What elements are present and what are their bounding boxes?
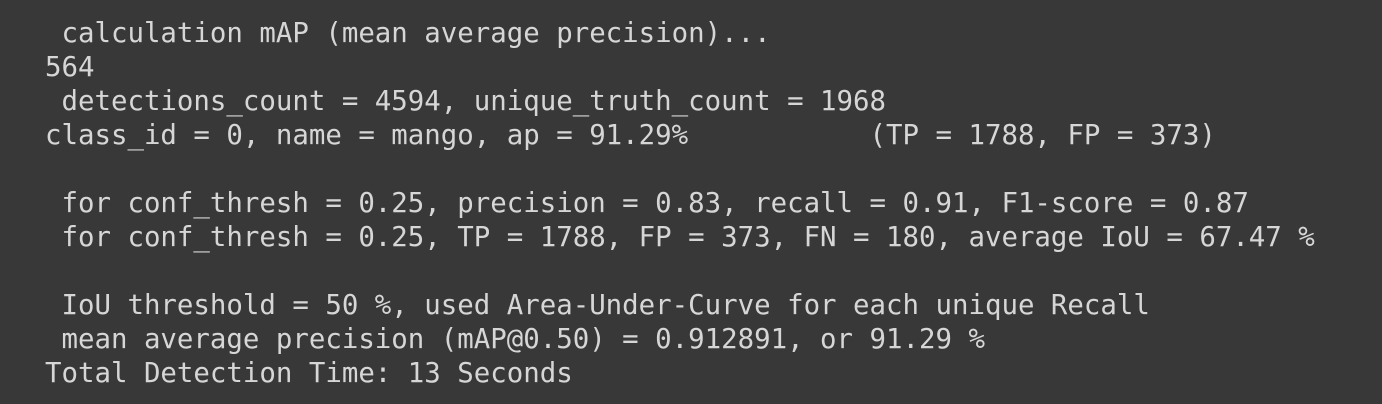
terminal-line-detections: detections_count = 4594, unique_truth_co… bbox=[45, 86, 887, 117]
terminal-line-map-header: calculation mAP (mean average precision)… bbox=[45, 18, 771, 49]
terminal-line-count: 564 bbox=[45, 52, 95, 83]
terminal-line-tp-fp-fn: for conf_thresh = 0.25, TP = 1788, FP = … bbox=[45, 222, 1315, 253]
terminal-line-detection-time: Total Detection Time: 13 Seconds bbox=[45, 358, 573, 389]
terminal-line-blank-2 bbox=[45, 255, 1382, 289]
terminal-line-class-ap: class_id = 0, name = mango, ap = 91.29% … bbox=[45, 120, 1216, 151]
terminal-line-map-result: mean average precision (mAP@0.50) = 0.91… bbox=[45, 324, 985, 355]
terminal-line-precision-recall: for conf_thresh = 0.25, precision = 0.83… bbox=[45, 188, 1249, 219]
terminal-line-iou-threshold: IoU threshold = 50 %, used Area-Under-Cu… bbox=[45, 290, 1150, 321]
terminal-line-blank-1 bbox=[45, 153, 1382, 187]
terminal-output: calculation mAP (mean average precision)… bbox=[0, 0, 1382, 404]
